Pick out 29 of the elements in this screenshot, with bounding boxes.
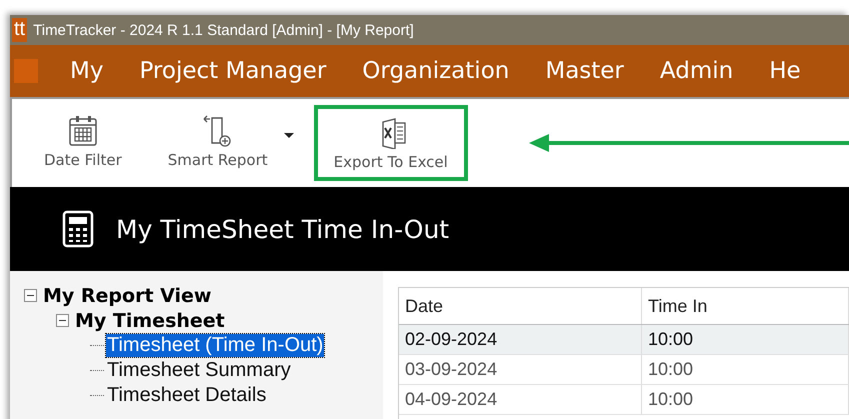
table-cell: 02-09-2024 [399,325,642,354]
menu-item[interactable]: He [769,58,801,84]
window-title: TimeTracker - 2024 R 1.1 Standard [Admin] - [My Report] [33,22,414,38]
collapse-icon[interactable] [24,289,37,302]
column-header[interactable]: Time In [642,288,849,324]
toolbar-button[interactable]: Export To Excel [314,105,468,181]
menu-item[interactable]: Project Manager [139,58,326,84]
page-title: My TimeSheet Time In-Out [116,214,450,244]
tree-item[interactable]: My Report View [43,284,212,306]
table-row[interactable]: 04-09-2024 10:00 [399,385,849,415]
column-header[interactable]: Date [399,288,642,324]
table-row[interactable]: 02-09-2024 10:00 [399,325,849,355]
calculator-icon [62,210,94,248]
table-cell: 10:00 [642,325,849,354]
table-row[interactable]: 03-09-2024 10:00 [399,355,849,385]
tree-item[interactable]: Timesheet Summary [106,359,292,382]
table-cell: 03-09-2024 [399,355,642,384]
tree-item[interactable]: Timesheet (Time In-Out) [106,334,324,357]
menu-item[interactable]: My [70,58,104,84]
collapse-icon[interactable] [56,314,69,327]
table-cell: 10:00 [642,385,849,414]
table-cell: 04-09-2024 [399,385,642,414]
menu-item[interactable]: Organization [362,58,510,84]
tree-item[interactable]: Timesheet Details [106,384,268,407]
app-icon: tt [12,18,28,42]
menu-item[interactable]: Admin [660,58,734,84]
table-cell: 10:00 [642,355,849,384]
tree-item[interactable]: My Timesheet [75,310,225,332]
menu-item[interactable]: Master [545,58,624,84]
